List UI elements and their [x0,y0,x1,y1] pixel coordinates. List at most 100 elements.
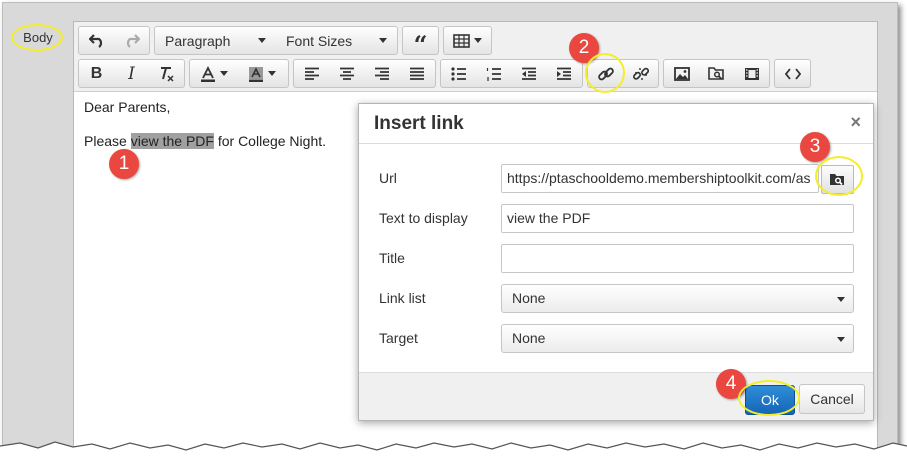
target-select[interactable]: None [501,324,854,353]
italic-icon: I [128,63,135,84]
link-group [587,59,659,88]
close-icon[interactable]: × [850,112,861,133]
bold-icon: B [90,64,103,82]
alignment-group [293,59,436,88]
callout-badge-2: 2 [569,33,599,63]
background-color-icon [249,66,263,82]
dialog-title: Insert link [374,113,464,134]
paragraph-select-label: Paragraph [165,32,231,49]
italic-button[interactable]: I [114,60,149,87]
browse-file-button[interactable] [821,165,854,194]
align-center-button[interactable] [329,60,364,87]
outdent-button[interactable] [511,60,546,87]
video-icon [744,67,759,80]
link-list-select[interactable]: None [501,284,854,313]
text-style-group: B I [78,59,185,88]
bullet-list-button[interactable] [441,60,476,87]
body-label: Body [23,30,53,45]
chevron-down-icon [474,38,482,43]
insert-link-dialog: Insert link × Url https://ptaschooldemo.… [358,103,874,421]
callout-badge-3: 3 [800,132,830,162]
content-line-2: Please view the PDF for College Night. [84,133,326,150]
cancel-button[interactable]: Cancel [799,384,865,414]
chevron-down-icon [268,71,276,76]
text-color-icon [201,65,215,82]
table-button[interactable] [444,27,491,54]
url-label: Url [379,170,397,186]
link-list-label: Link list [379,290,426,306]
justify-icon [409,67,424,80]
font-sizes-select[interactable]: Font Sizes [276,27,397,54]
numbered-list-icon [486,67,501,81]
text-to-display-field[interactable]: view the PDF [501,204,854,233]
bullet-list-icon [450,66,466,81]
paragraph-select[interactable]: Paragraph [155,27,276,54]
text-to-display-label: Text to display [379,210,468,226]
torn-edge [0,441,907,470]
table-icon [453,33,470,48]
editor-toolbar: Paragraph Font Sizes “ B I [74,22,877,92]
callout-badge-1: 1 [109,149,139,179]
image-icon [673,66,690,81]
chevron-down-icon [837,337,845,342]
unlink-button[interactable] [623,60,658,87]
chevron-down-icon [258,38,266,43]
indent-button[interactable] [546,60,581,87]
dialog-header: Insert link × [359,104,873,144]
undo-icon [88,33,102,48]
blockquote-group: “ [402,26,439,59]
file-browse-icon [708,67,724,80]
list-group [440,59,583,88]
insert-image-button[interactable] [664,60,699,87]
selected-text: view the PDF [130,133,214,149]
redo-icon [126,33,140,48]
insert-video-button[interactable] [734,60,769,87]
justify-button[interactable] [399,60,434,87]
title-label: Title [379,250,405,266]
numbered-list-button[interactable] [476,60,511,87]
align-left-icon [304,67,319,80]
align-left-button[interactable] [294,60,329,87]
code-group [774,59,811,88]
file-browse-icon [830,174,844,186]
blockquote-button[interactable]: “ [403,27,438,59]
content-text-after: for College Night. [213,133,327,149]
align-right-icon [374,67,389,80]
content-line-1: Dear Parents, [84,99,171,115]
dialog-footer: Ok Cancel [359,372,873,420]
align-right-button[interactable] [364,60,399,87]
ok-button[interactable]: Ok [745,385,795,415]
chevron-down-icon [837,297,845,302]
format-select-group: Paragraph Font Sizes [154,26,398,55]
screenshot-frame: Body Paragraph Font Sizes “ B I Dear Par… [2,2,898,454]
clear-format-button[interactable] [149,60,184,87]
target-value: None [512,330,546,346]
title-field[interactable] [501,244,854,273]
text-color-button[interactable] [190,60,238,87]
undo-redo-group [78,26,150,55]
link-icon [597,67,614,80]
code-icon [784,67,801,80]
align-center-icon [339,67,354,80]
insert-link-button[interactable] [588,60,623,87]
indent-icon [556,67,571,80]
source-code-button[interactable] [775,60,810,87]
chevron-down-icon [220,71,228,76]
bold-button[interactable]: B [79,60,114,87]
url-field[interactable]: https://ptaschooldemo.membershiptoolkit.… [501,164,819,193]
table-group [443,26,492,55]
link-list-value: None [512,290,546,306]
redo-button[interactable] [114,27,149,54]
background-color-button[interactable] [238,60,286,87]
media-group [663,59,770,88]
color-group [189,59,289,88]
content-text-before: Please [84,133,131,149]
font-sizes-select-label: Font Sizes [286,32,353,49]
clear-format-icon [160,66,174,82]
callout-badge-4: 4 [716,369,746,399]
outdent-icon [521,67,536,80]
insert-file-button[interactable] [699,60,734,87]
target-label: Target [379,330,418,346]
undo-button[interactable] [79,27,114,54]
chevron-down-icon [379,38,387,43]
